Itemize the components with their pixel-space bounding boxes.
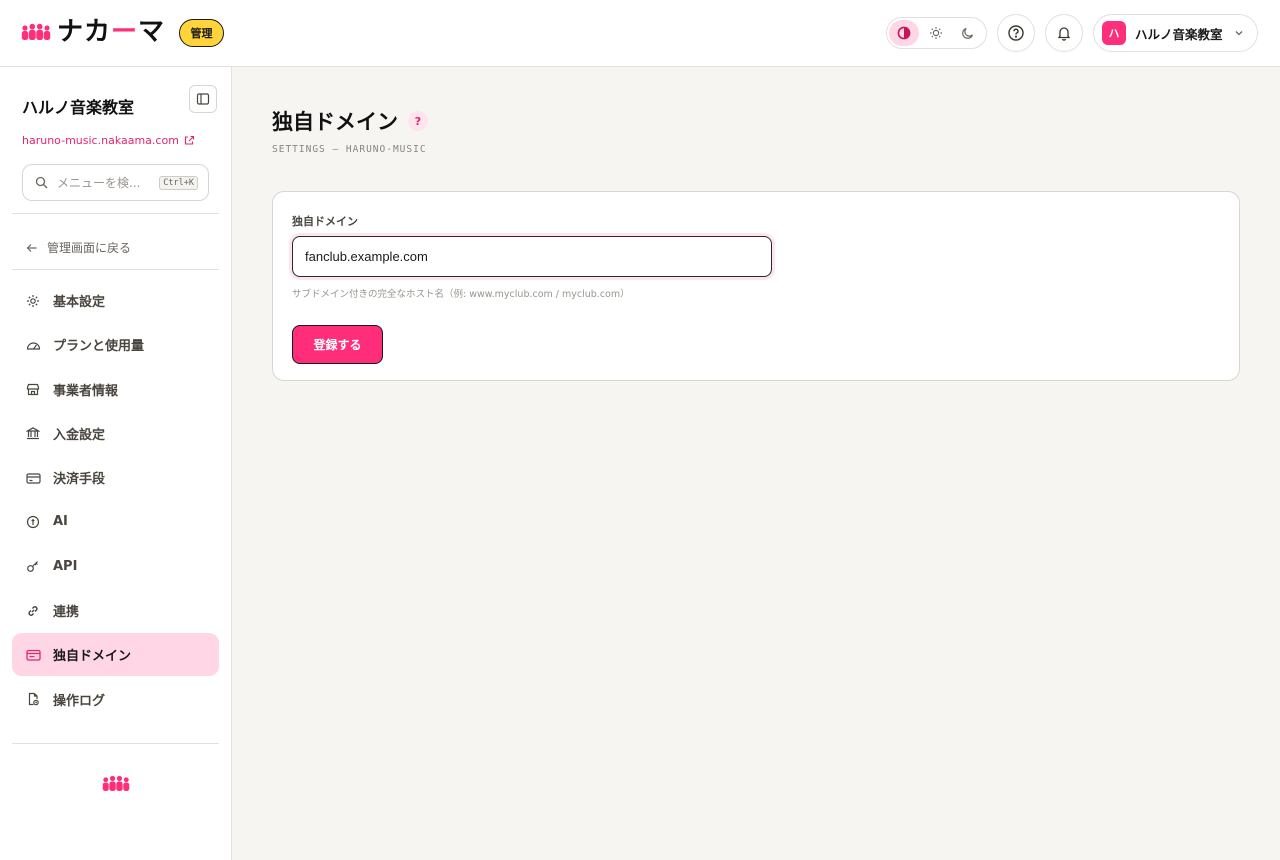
sun-icon bbox=[930, 27, 942, 39]
sidebar-item-integrations[interactable]: 連携 bbox=[12, 589, 219, 632]
help-button[interactable] bbox=[997, 14, 1035, 52]
sidebar-item-payout-settings[interactable]: 入金設定 bbox=[12, 412, 219, 455]
back-to-admin-link[interactable]: 管理画面に戻る bbox=[26, 239, 131, 256]
people-logo-icon bbox=[21, 17, 51, 47]
sidebar-item-label: 決済手段 bbox=[53, 472, 106, 488]
account-menu-button[interactable]: ハ ハルノ音楽教室 bbox=[1093, 14, 1258, 52]
sidebar-collapse-button[interactable] bbox=[189, 85, 217, 113]
sidebar-divider bbox=[12, 213, 219, 214]
theme-dark-button[interactable] bbox=[953, 20, 983, 46]
contrast-icon bbox=[897, 26, 911, 40]
theme-switcher bbox=[886, 17, 987, 49]
people-logo-icon bbox=[102, 775, 130, 796]
sidebar-item-label: 基本設定 bbox=[53, 295, 106, 310]
sidebar: ハルノ音楽教室 haruno-music.nakaama.com メニューを検.… bbox=[0, 67, 232, 860]
sidebar-panel-icon bbox=[196, 93, 210, 105]
org-url-link[interactable]: haruno-music.nakaama.com bbox=[22, 134, 195, 147]
gauge-icon bbox=[25, 337, 41, 353]
sidebar-item-label: API bbox=[53, 558, 78, 574]
sidebar-item-payment-methods[interactable]: 決済手段 bbox=[12, 456, 219, 499]
sidebar-item-label: AI bbox=[53, 514, 68, 530]
sidebar-item-plan-usage[interactable]: プランと使用量 bbox=[12, 323, 219, 366]
register-button[interactable]: 登録する bbox=[292, 325, 383, 364]
search-placeholder: メニューを検... bbox=[57, 176, 141, 190]
arrow-left-icon bbox=[26, 243, 37, 252]
bank-icon bbox=[25, 425, 41, 441]
theme-contrast-button[interactable] bbox=[889, 20, 919, 46]
avatar: ハ bbox=[1102, 21, 1126, 45]
sidebar-item-activity-log[interactable]: 操作ログ bbox=[12, 678, 219, 721]
bell-icon bbox=[1057, 27, 1071, 41]
link-icon bbox=[25, 603, 41, 619]
custom-domain-form-card: 独自ドメイン サブドメイン付きの完全なホスト名（例: www.myclub.co… bbox=[272, 191, 1240, 381]
shortcut-hint: Ctrl+K bbox=[159, 176, 198, 190]
sidebar-item-label: 独自ドメイン bbox=[53, 649, 132, 665]
back-label: 管理画面に戻る bbox=[47, 241, 132, 255]
chevron-down-icon bbox=[1233, 27, 1245, 39]
sidebar-item-business-info[interactable]: 事業者情報 bbox=[12, 368, 219, 411]
domain-input[interactable] bbox=[292, 236, 772, 277]
page-title-text: 独自ドメイン bbox=[272, 110, 398, 134]
org-url-text: haruno-music.nakaama.com bbox=[22, 134, 179, 147]
admin-badge: 管理 bbox=[179, 19, 224, 47]
sidebar-item-basic-settings[interactable]: 基本設定 bbox=[12, 279, 219, 322]
org-name: ハルノ音楽教室 bbox=[22, 98, 135, 117]
help-question-icon[interactable]: ? bbox=[408, 111, 428, 131]
moon-icon bbox=[962, 27, 974, 39]
top-header: ナカーマ 管理 ハ ハルノ音楽教室 bbox=[0, 0, 1280, 67]
sidebar-item-label: 事業者情報 bbox=[53, 383, 119, 399]
theme-light-button[interactable] bbox=[921, 20, 951, 46]
sidebar-item-label: 連携 bbox=[53, 605, 80, 621]
domain-field-label: 独自ドメイン bbox=[292, 215, 358, 228]
store-icon bbox=[25, 381, 41, 397]
search-icon bbox=[35, 176, 48, 189]
log-file-icon bbox=[25, 691, 41, 707]
question-circle-icon bbox=[1008, 25, 1024, 41]
brand-wordmark: ナカーマ bbox=[57, 17, 166, 47]
sidebar-item-custom-domain[interactable]: 独自ドメイン bbox=[12, 633, 219, 677]
sidebar-item-ai[interactable]: AI bbox=[12, 500, 219, 543]
domain-card-icon bbox=[25, 647, 41, 663]
sidebar-item-label: 入金設定 bbox=[53, 427, 106, 443]
sidebar-item-label: プランと使用量 bbox=[53, 339, 145, 355]
sidebar-item-label: 操作ログ bbox=[53, 693, 106, 709]
key-icon bbox=[25, 558, 41, 574]
brand-logo[interactable]: ナカーマ bbox=[21, 17, 165, 47]
domain-hint: サブドメイン付きの完全なホスト名（例: www.myclub.com / myc… bbox=[292, 289, 630, 300]
sidebar-divider bbox=[12, 269, 219, 270]
notifications-button[interactable] bbox=[1045, 14, 1083, 52]
account-name: ハルノ音楽教室 bbox=[1135, 26, 1223, 42]
credit-card-icon bbox=[25, 470, 41, 486]
gear-icon bbox=[25, 293, 41, 309]
page-title: 独自ドメイン ? bbox=[272, 106, 428, 136]
sidebar-item-api[interactable]: API bbox=[12, 545, 219, 588]
menu-search-input[interactable]: メニューを検... Ctrl+K bbox=[22, 164, 209, 201]
sidebar-divider bbox=[12, 743, 219, 744]
page-subtitle: SETTINGS — HARUNO-MUSIC bbox=[272, 144, 427, 155]
external-link-icon bbox=[184, 135, 194, 145]
settings-nav: 基本設定 プランと使用量 事業者情報 入金設定 決済手段 AI API 連携 独… bbox=[12, 279, 219, 722]
ai-icon bbox=[25, 514, 41, 530]
